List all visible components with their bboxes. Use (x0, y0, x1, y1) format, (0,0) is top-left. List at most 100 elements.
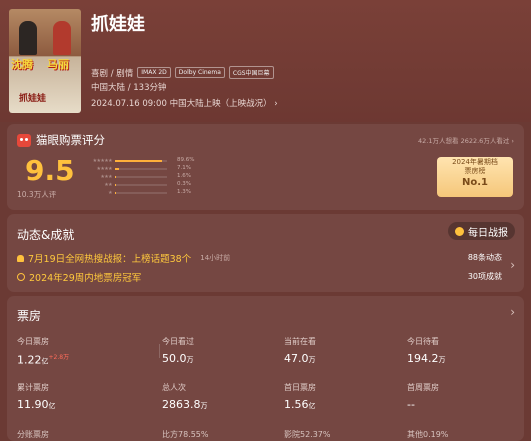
stat-unit: 亿 (48, 402, 56, 410)
chevron-right-icon[interactable]: › (510, 258, 515, 272)
stat-unit: 万 (438, 356, 446, 364)
boxoffice-stat: 首日票房 1.56亿 (284, 382, 316, 411)
movie-title: 抓娃娃 (91, 14, 145, 35)
poster-title: 抓娃娃 (19, 94, 47, 104)
distribution-row: ★ 1.3% (85, 189, 200, 197)
rank-badge[interactable]: 2024年暑期档 票房榜 No.1 (437, 157, 513, 197)
rating-card: 猫眼购票评分 42.1万人想看 2622.6万人看过 › 9.5 10.3万人评… (7, 124, 524, 210)
divider (159, 344, 160, 358)
stat-label: 当前在看 (284, 337, 316, 346)
rank-line: 2024年暑期档 (452, 158, 498, 166)
rating-distribution: ★★★★★ 89.6% ★★★★ 7.1% ★★★ 1.6% ★★ 0.3% ★ 1.3% (85, 157, 200, 197)
star-icons: ★★★ (100, 174, 112, 180)
stat-unit: 亿 (308, 402, 316, 410)
poster-name: 马丽 (47, 58, 69, 71)
stat-label: 总人次 (162, 383, 186, 392)
stat-value: 2863.8万 (162, 398, 208, 411)
daily-report-icon (455, 226, 464, 236)
stat-number: 47.0 (284, 352, 309, 365)
stat-label: 累计票房 (17, 383, 49, 392)
stat-value: 11.90亿 (17, 398, 56, 411)
rank-number: No.1 (462, 177, 488, 188)
maoyan-cat-icon (17, 133, 31, 147)
news-count: 88条动态 (467, 253, 502, 262)
format-badge: CGS中国巨幕 (228, 66, 274, 79)
boxoffice-stat: 首周票房 -- (407, 382, 439, 411)
daily-report-label: 每日战报 (468, 227, 508, 239)
stat-number: 50.0 (162, 352, 187, 365)
bell-icon (17, 254, 24, 262)
distribution-pct: 1.6% (177, 173, 191, 179)
poster-figure (19, 21, 37, 55)
stat-value: 1.56亿 (284, 398, 316, 411)
rating-heading-text: 猫眼购票评分 (36, 133, 105, 147)
release-info-link[interactable]: 2024.07.16 09:00 中国大陆上映（上映战况） › (91, 97, 278, 109)
news-item[interactable]: 2024年29周内地票房冠军 (17, 270, 141, 284)
news-heading: 动态&成就 (17, 228, 75, 242)
stat-value: 194.2万 (407, 352, 446, 365)
medal-icon (17, 273, 25, 281)
boxoffice-heading: 票房 (17, 309, 42, 323)
distribution-bar (115, 176, 116, 178)
distribution-track (115, 168, 167, 170)
distribution-track (115, 184, 167, 186)
distribution-track (115, 176, 167, 178)
news-time: 14小时前 (200, 254, 231, 262)
stat-label: 今日看过 (162, 337, 194, 346)
stat-value: 47.0万 (284, 352, 316, 365)
distribution-bar (115, 168, 119, 170)
boxoffice-stat: 总人次 2863.8万 (162, 382, 208, 411)
distribution-bar (115, 184, 116, 186)
format-badge: Dolby Cinema (174, 67, 225, 78)
stat-value: -- (407, 398, 439, 411)
stat-number: 1.56 (284, 398, 309, 411)
format-badge: IMAX 2D (137, 67, 171, 78)
release-info: 2024.07.16 09:00 中国大陆上映（上映战况） (91, 99, 272, 109)
distribution-row: ★★★ 1.6% (85, 173, 200, 181)
news-card[interactable]: 动态&成就 每日战报 7月19日全网热搜战报：上榜话题38个 14小时前 202… (7, 214, 524, 292)
news-item[interactable]: 7月19日全网热搜战报：上榜话题38个 14小时前 (17, 251, 230, 265)
achievement-count: 30项成就 (467, 272, 502, 281)
movie-poster[interactable]: 沈腾 马丽 抓娃娃 (9, 9, 81, 113)
poster-figure (53, 21, 71, 55)
want-watched-link[interactable]: 42.1万人想看 2622.6万人看过 › (418, 135, 514, 145)
distribution-pct: 89.6% (177, 157, 195, 163)
movie-header: 沈腾 马丽 抓娃娃 抓娃娃 喜剧 / 剧情 IMAX 2D Dolby Cine… (0, 0, 531, 122)
star-icons: ★ (108, 190, 112, 196)
stat-label: 首日票房 (284, 383, 316, 392)
stat-label: 今日票房 (17, 337, 49, 346)
stat-unit: 万 (200, 402, 208, 410)
stat-label: 今日待看 (407, 337, 439, 346)
distribution-track (115, 192, 167, 194)
boxoffice-stat: 今日票房 1.22亿+2.8万 (17, 336, 69, 367)
region-duration: 中国大陆 / 133分钟 (91, 83, 167, 93)
distribution-pct: 0.3% (177, 181, 191, 187)
distribution-track (115, 160, 167, 162)
want-watched-text: 42.1万人想看 2622.6万人看过 (418, 137, 510, 145)
news-text: 2024年29周内地票房冠军 (29, 273, 142, 284)
boxoffice-stat: 累计票房 11.90亿 (17, 382, 56, 411)
daily-report-button[interactable]: 每日战报 (448, 222, 515, 240)
stat-unit: 万 (186, 356, 194, 364)
news-text: 7月19日全网热搜战报：上榜话题38个 (28, 254, 192, 265)
stat-number: 1.22 (17, 353, 42, 367)
distribution-row: ★★★★ 7.1% (85, 165, 200, 173)
chevron-right-icon[interactable]: › (510, 305, 515, 319)
distribution-pct: 7.1% (177, 165, 191, 171)
stat-label: 首周票房 (407, 383, 439, 392)
rank-line: 票房榜 (464, 167, 486, 175)
stat-number: 2863.8 (162, 398, 201, 411)
rater-count: 10.3万人评 (17, 190, 57, 199)
distribution-pct: 1.3% (177, 189, 191, 195)
distribution-bar (115, 192, 116, 194)
genre-tags: 喜剧 / 剧情 IMAX 2D Dolby Cinema CGS中国巨幕 (91, 66, 274, 79)
stat-unit: 万 (308, 356, 316, 364)
boxoffice-stat: 今日待看 194.2万 (407, 336, 446, 365)
poster-name: 沈腾 (11, 58, 33, 71)
star-icons: ★★ (104, 182, 112, 188)
boxoffice-stat: 当前在看 47.0万 (284, 336, 316, 365)
boxoffice-card[interactable]: 票房 › 今日票房 1.22亿+2.8万 今日看过 50.0万 当前在看 47.0万 今日待… (7, 296, 524, 441)
distribution-bar (115, 160, 162, 162)
star-icons: ★★★★ (96, 166, 112, 172)
stat-value: 1.22亿+2.8万 (17, 352, 69, 367)
